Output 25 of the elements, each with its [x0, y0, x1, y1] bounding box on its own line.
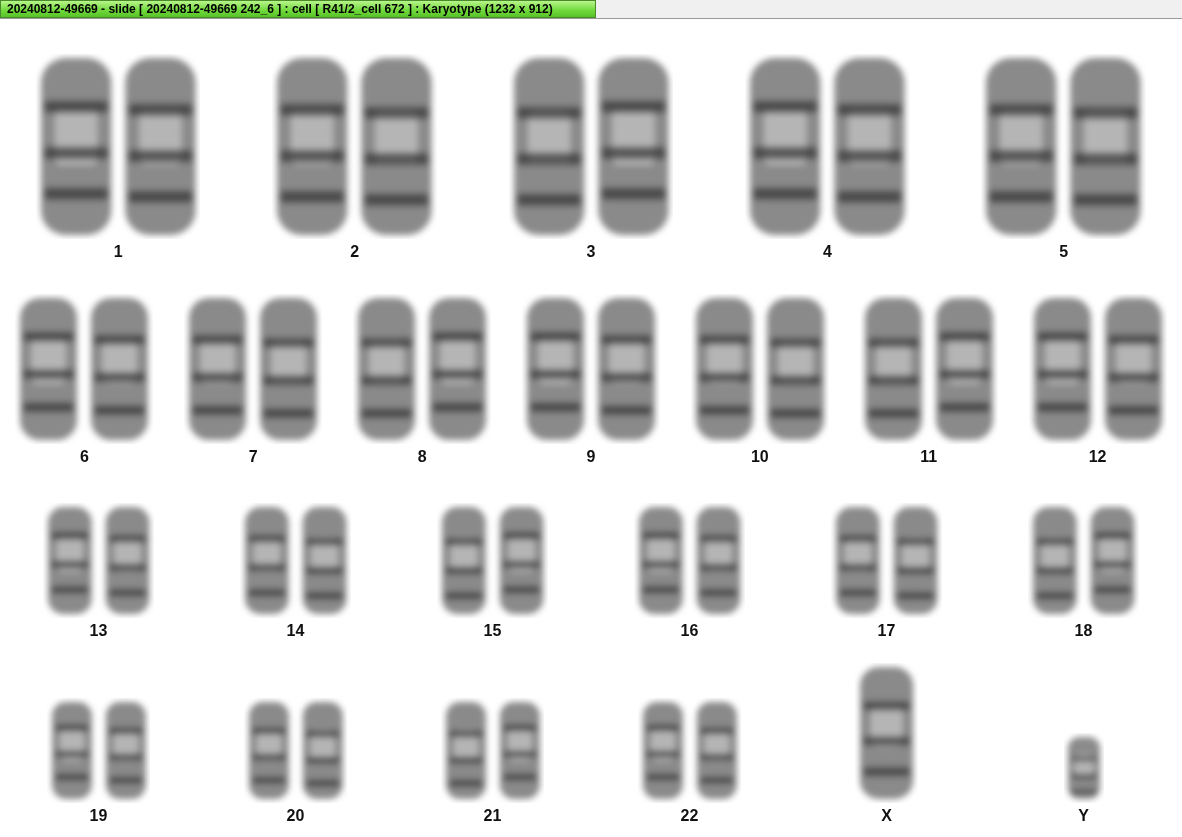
- chromosome-label: 7: [248, 447, 258, 466]
- chromosome-label: 18: [1074, 622, 1093, 641]
- chromosome-label: 16: [680, 622, 699, 641]
- chromosome-label: 4: [822, 243, 832, 262]
- chromosome-label: 13: [89, 622, 108, 641]
- chromosome-label: 9: [586, 447, 596, 466]
- chromosome-label: 6: [79, 447, 89, 466]
- chromosome-label: 14: [286, 622, 305, 641]
- chromosome-label: 21: [483, 807, 502, 825]
- chromosome-label: 19: [89, 807, 108, 825]
- chromosome-label: 12: [1088, 447, 1107, 466]
- chromosome-label: 2: [350, 243, 360, 262]
- chromosome-label: 1: [113, 243, 123, 262]
- chromosome-label: 20: [286, 807, 305, 825]
- window-title[interactable]: 20240812-49669 - slide [ 20240812-49669 242_6 ] : cell [ R41/2_cell 672 ] : Karyotype (1232 x 912): [0, 0, 596, 18]
- chromosome-label: 5: [1059, 243, 1069, 262]
- chromosome-label: X: [881, 807, 892, 825]
- chromosome-label: 10: [750, 447, 769, 466]
- chromosome-label: 3: [586, 243, 596, 262]
- chromosome-label: 8: [417, 447, 427, 466]
- chromosome-label: 17: [877, 622, 896, 641]
- chromosome-label: 15: [483, 622, 502, 641]
- chromosome-label: Y: [1078, 807, 1089, 825]
- chromosome-label: 11: [920, 447, 938, 466]
- chromosome-label: 22: [680, 807, 699, 825]
